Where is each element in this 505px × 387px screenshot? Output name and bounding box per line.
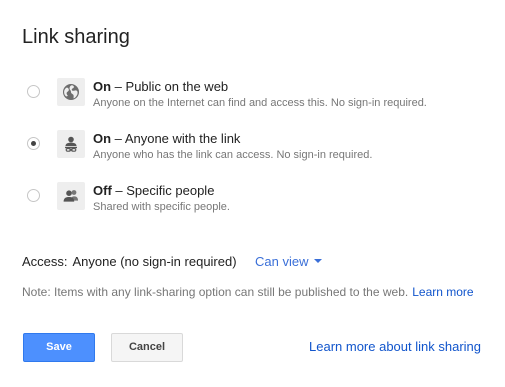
option-label: Specific people (126, 183, 215, 198)
people-icon (57, 182, 85, 210)
option-title: On – Anyone with the link (93, 131, 240, 147)
option-public-on-web[interactable]: On – Public on the web Anyone on the Int… (0, 78, 505, 126)
option-label: Anyone with the link (124, 131, 241, 146)
access-value: Anyone (no sign-in required) (72, 254, 237, 269)
option-state: Off (93, 183, 112, 198)
cancel-button[interactable]: Cancel (111, 333, 183, 362)
radio-specific-people[interactable] (27, 189, 40, 202)
globe-icon (57, 78, 85, 106)
option-specific-people[interactable]: Off – Specific people Shared with specif… (0, 182, 505, 230)
option-anyone-with-link[interactable]: On – Anyone with the link Anyone who has… (0, 130, 505, 178)
permission-dropdown[interactable]: Can view (255, 254, 323, 270)
option-description: Anyone on the Internet can find and acce… (93, 97, 427, 109)
dialog-title: Link sharing (22, 26, 130, 48)
access-row: Access: Anyone (no sign-in required) (22, 254, 237, 270)
option-separator: – (111, 183, 127, 198)
publish-note-text: Note: Items with any link-sharing option… (22, 285, 409, 299)
option-separator: – (111, 79, 126, 94)
option-separator: – (111, 131, 125, 146)
learn-more-link[interactable]: Learn more (412, 285, 473, 299)
option-description: Anyone who has the link can access. No s… (93, 149, 373, 161)
permission-dropdown-label: Can view (255, 254, 309, 269)
radio-public-on-web[interactable] (27, 85, 40, 98)
person-link-icon (57, 130, 85, 158)
option-description: Shared with specific people. (93, 201, 230, 213)
learn-more-about-link-sharing-link[interactable]: Learn more about link sharing (309, 339, 481, 355)
option-title: Off – Specific people (93, 183, 214, 199)
publish-note: Note: Items with any link-sharing option… (22, 285, 474, 300)
option-title: On – Public on the web (93, 79, 228, 95)
option-state: On (93, 131, 112, 146)
save-button[interactable]: Save (23, 333, 95, 362)
option-label: Public on the web (125, 79, 229, 94)
access-label: Access: (22, 254, 68, 269)
caret-down-icon (314, 258, 323, 263)
radio-anyone-with-link[interactable] (27, 137, 40, 150)
option-state: On (93, 79, 112, 94)
